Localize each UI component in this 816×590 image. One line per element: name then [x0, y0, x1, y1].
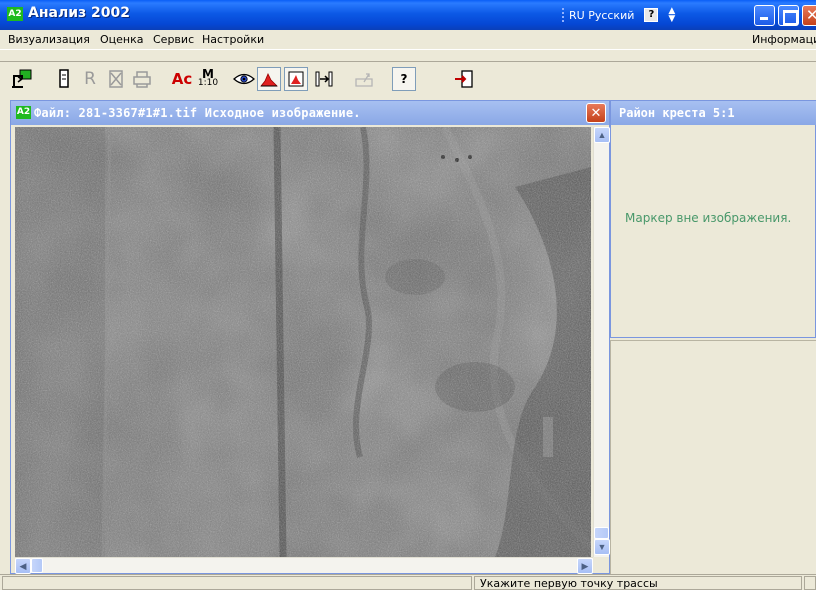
menu-bar: Визуализация Оценка Сервис Настройки Инф… — [0, 30, 816, 50]
scale-button[interactable]: M 1:10 — [196, 67, 220, 91]
scroll-left-icon[interactable]: ◀ — [15, 558, 31, 574]
open-file-button[interactable] — [10, 67, 34, 91]
image-window-title: Файл: 281-3367#1#1.tif Исходное изображе… — [34, 106, 361, 120]
horizontal-scroll-thumb[interactable] — [31, 558, 43, 573]
status-cell-left — [2, 576, 472, 590]
delete-button[interactable] — [104, 67, 128, 91]
aerial-image[interactable] — [15, 127, 591, 557]
toolbar: R Ac M 1:10 ? — [0, 61, 816, 95]
ac-label: Ac — [171, 70, 193, 88]
scroll-down-icon[interactable]: ▼ — [594, 539, 610, 555]
view-button[interactable] — [232, 67, 256, 91]
aerial-photo — [15, 127, 591, 557]
marker-status-message: Маркер вне изображения. — [625, 211, 792, 225]
document-icon — [59, 69, 69, 88]
vertical-scrollbar[interactable]: ▲ ▼ — [593, 127, 610, 557]
histogram-button[interactable] — [257, 67, 281, 91]
menu-evaluation[interactable]: Оценка — [100, 33, 144, 46]
print-button[interactable] — [130, 67, 154, 91]
histogram-box-icon — [288, 71, 304, 87]
menu-service[interactable]: Сервис — [153, 33, 194, 46]
app-window: A2 Анализ 2002 RU Русский ? ▲▼ Визуализа… — [0, 0, 816, 590]
histogram-box-button[interactable] — [284, 67, 308, 91]
grip-icon[interactable] — [562, 8, 564, 22]
open-file-icon — [12, 69, 32, 88]
language-indicator[interactable]: RU Русский — [569, 9, 634, 22]
r-button[interactable]: R — [78, 67, 102, 91]
image-window-badge-icon: A2 — [16, 106, 31, 119]
close-button[interactable] — [802, 5, 816, 26]
delete-disabled-icon — [109, 70, 123, 88]
title-bar[interactable]: A2 Анализ 2002 RU Русский ? ▲ ▼ — [0, 0, 816, 30]
r-label: R — [84, 69, 96, 89]
exit-button[interactable] — [452, 67, 476, 91]
ac-button[interactable]: Ac — [170, 67, 194, 91]
scroll-up-icon[interactable]: ▲ — [594, 127, 610, 143]
eye-icon — [233, 73, 255, 85]
cross-area-panel: Район креста 5:1 Маркер вне изображения. — [610, 100, 816, 338]
menu-visualization[interactable]: Визуализация — [8, 33, 90, 46]
window-title: Анализ 2002 — [28, 5, 130, 21]
export-disabled-icon — [355, 73, 373, 87]
options-arrows-icon[interactable]: ▲ ▼ — [668, 7, 675, 24]
vertical-scroll-thumb[interactable] — [594, 527, 609, 539]
export-disabled-button[interactable] — [352, 67, 376, 91]
document-button[interactable] — [52, 67, 76, 91]
status-message: Укажите первую точку трассы — [480, 577, 658, 590]
cross-area-title: Район креста 5:1 — [619, 106, 735, 120]
scroll-right-icon[interactable]: ▶ — [577, 558, 593, 574]
language-bar[interactable]: RU Русский ? ▲ ▼ — [562, 6, 675, 24]
menu-settings[interactable]: Настройки — [202, 33, 264, 46]
help-label: ? — [400, 72, 408, 86]
image-window-close-button[interactable]: ✕ — [586, 103, 606, 123]
status-cell-right — [804, 576, 816, 590]
help-icon[interactable]: ? — [644, 8, 659, 22]
help-button[interactable]: ? — [392, 67, 416, 91]
info-panel — [610, 340, 816, 574]
cross-area-title-bar[interactable]: Район креста 5:1 — [611, 101, 816, 125]
image-window: A2 Файл: 281-3367#1#1.tif Исходное изобр… — [10, 100, 610, 574]
menu-information[interactable]: Информация — [752, 33, 816, 46]
measure-button[interactable] — [312, 67, 336, 91]
horizontal-scrollbar[interactable]: ◀ ▶ — [15, 557, 593, 574]
maximize-button[interactable] — [778, 5, 799, 26]
minimize-button[interactable] — [754, 5, 775, 26]
exit-door-icon — [455, 70, 473, 88]
measure-icon — [315, 71, 333, 87]
image-window-title-bar[interactable]: A2 Файл: 281-3367#1#1.tif Исходное изобр… — [11, 101, 609, 125]
app-logo-icon: A2 — [7, 7, 23, 21]
printer-disabled-icon — [133, 71, 151, 88]
histogram-icon — [260, 73, 278, 87]
scale-label-bottom: 1:10 — [197, 78, 219, 88]
status-bar: Укажите первую точку трассы — [0, 574, 816, 590]
